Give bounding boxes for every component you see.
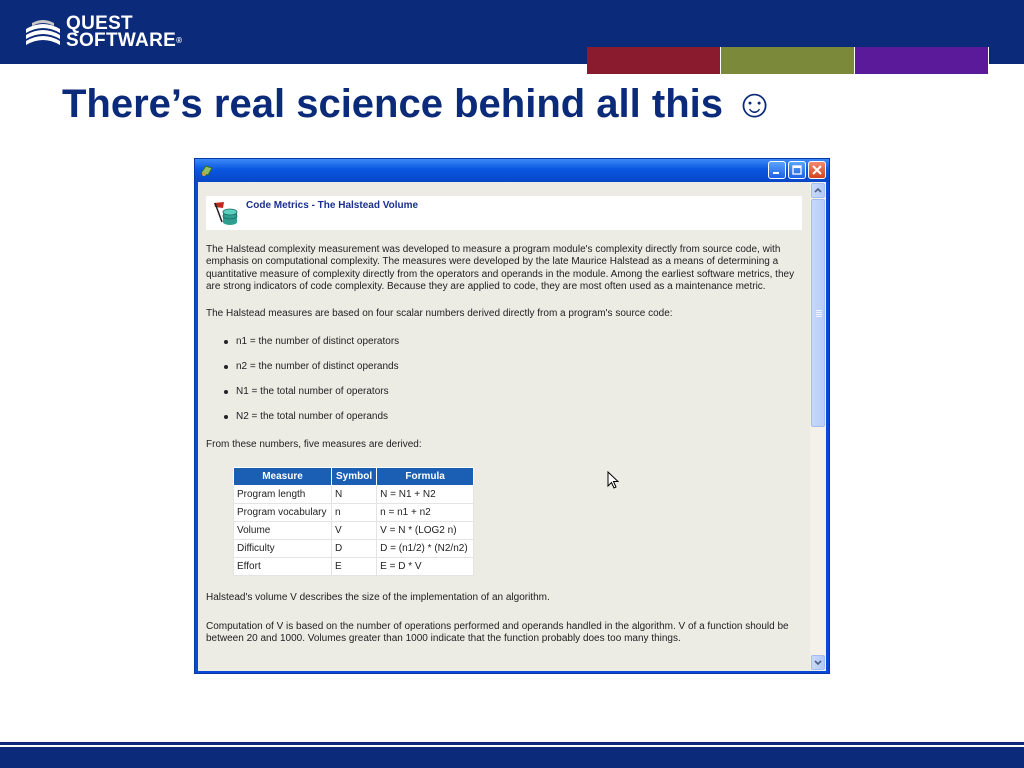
table-header-cell: Formula — [376, 467, 475, 487]
table-row: Program vocabulary n n = n1 + n2 — [233, 503, 475, 523]
window-controls — [768, 161, 826, 179]
scroll-down-button[interactable] — [811, 655, 825, 670]
table-cell: V — [330, 521, 378, 541]
table-cell: Difficulty — [233, 539, 332, 559]
bullet-item: N1 = the total number of operators — [206, 386, 802, 398]
window-titlebar[interactable] — [195, 159, 829, 182]
help-window[interactable]: Code Metrics - The Halstead Volume The H… — [194, 158, 830, 674]
table-cell: n — [330, 503, 378, 523]
accent-red-block — [587, 47, 721, 74]
table-row: Difficulty D D = (n1/2) * (N2/n2) — [233, 539, 475, 559]
scalar-bullets: n1 = the number of distinct operators n2… — [206, 336, 802, 423]
table-cell: N — [330, 485, 378, 505]
measures-table: Measure Symbol Formula Program length N … — [233, 467, 475, 577]
slide-title: There’s real science behind all this ☺ — [62, 82, 775, 126]
footer-rule — [0, 742, 1024, 745]
table-header-cell: Symbol — [330, 467, 378, 487]
table-header-cell: Measure — [233, 467, 332, 487]
footer-band — [0, 747, 1024, 768]
measures-intro-paragraph: The Halstead measures are based on four … — [206, 307, 673, 319]
bullet-item: n2 = the number of distinct operands — [206, 361, 802, 373]
quest-logo-icon — [26, 20, 60, 45]
close-button[interactable] — [808, 161, 826, 179]
table-cell: E — [330, 557, 378, 577]
window-client-area: Code Metrics - The Halstead Volume The H… — [198, 182, 826, 671]
mouse-pointer-icon — [607, 471, 620, 489]
scroll-grip — [816, 310, 822, 311]
bullet-item: n1 = the number of distinct operators — [206, 336, 802, 348]
derived-intro-paragraph: From these numbers, five measures are de… — [206, 439, 422, 451]
bullet-item: N2 = the total number of operands — [206, 411, 802, 423]
logo-wordmark: QUEST SOFTWARE® — [66, 14, 183, 51]
logo-line-2: SOFTWARE — [66, 30, 177, 51]
document-title: Code Metrics - The Halstead Volume — [246, 200, 419, 211]
quest-software-logo: QUEST SOFTWARE® — [24, 12, 182, 52]
chevron-up-icon — [814, 187, 822, 193]
table-header-row: Measure Symbol Formula — [233, 467, 475, 487]
minimize-icon — [773, 172, 779, 174]
table-cell: Volume — [233, 521, 332, 541]
document-header: Code Metrics - The Halstead Volume — [206, 196, 802, 230]
computation-description: Computation of V is based on the number … — [206, 620, 789, 645]
table-cell: Program vocabulary — [233, 503, 332, 523]
table-cell: Effort — [233, 557, 332, 577]
table-row: Volume V V = N * (LOG2 n) — [233, 521, 475, 541]
scroll-thumb[interactable] — [811, 199, 825, 427]
table-row: Effort E E = D * V — [233, 557, 475, 577]
table-cell: V = N * (LOG2 n) — [376, 521, 475, 541]
minimize-button[interactable] — [768, 161, 786, 179]
table-cell: Program length — [233, 485, 332, 505]
maximize-button[interactable] — [788, 161, 806, 179]
accent-olive-block — [721, 47, 855, 74]
app-icon[interactable] — [199, 163, 214, 178]
volume-description: Halstead's volume V describes the size o… — [206, 592, 550, 604]
intro-paragraph: The Halstead complexity measurement was … — [206, 244, 795, 293]
table-cell: D — [330, 539, 378, 559]
registered-mark: ® — [176, 36, 183, 45]
accent-color-strip — [587, 47, 989, 74]
table-row: Program length N N = N1 + N2 — [233, 485, 475, 505]
scroll-up-button[interactable] — [811, 183, 825, 198]
table-cell: n = n1 + n2 — [376, 503, 475, 523]
chevron-down-icon — [814, 660, 822, 666]
code-metrics-icon — [214, 202, 238, 225]
accent-purple-block — [855, 47, 989, 74]
table-cell: D = (n1/2) * (N2/n2) — [376, 539, 475, 559]
maximize-icon — [792, 165, 802, 175]
table-cell: N = N1 + N2 — [376, 485, 475, 505]
close-icon — [812, 165, 822, 175]
table-cell: E = D * V — [376, 557, 475, 577]
help-document: Code Metrics - The Halstead Volume The H… — [198, 182, 810, 671]
vertical-scrollbar[interactable] — [810, 182, 826, 671]
